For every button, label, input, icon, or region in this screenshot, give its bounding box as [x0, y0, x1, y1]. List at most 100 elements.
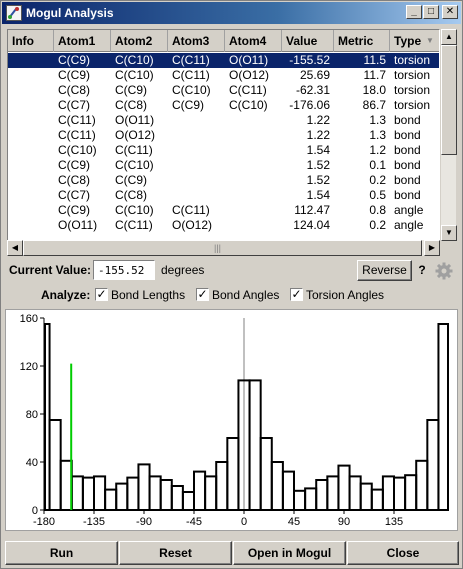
cell-metric: 0.2 — [369, 218, 386, 232]
cell-type: bond — [394, 143, 421, 157]
cell-atom2: C(C9) — [115, 173, 147, 187]
cell-atom4: C(C11) — [229, 83, 267, 97]
table-row[interactable]: C(C7) C(C8) 1.54 0.5 bond — [8, 188, 439, 203]
histogram-bar — [393, 476, 407, 512]
column-header-type[interactable]: Type ▼ — [390, 30, 439, 52]
cell-type: bond — [394, 128, 421, 142]
minimize-button[interactable]: _ — [406, 5, 422, 19]
cell-value: 1.52 — [306, 173, 330, 187]
cell-atom4: O(O12) — [229, 68, 270, 82]
column-header-atom4[interactable]: Atom4 — [225, 30, 282, 52]
open-in-mogul-button[interactable]: Open in Mogul — [233, 541, 346, 565]
horizontal-scroll-thumb[interactable]: ||| — [23, 240, 422, 256]
table-row[interactable]: C(C11) O(O12) 1.22 1.3 bond — [8, 128, 439, 143]
cell-value: 1.22 — [306, 113, 330, 127]
help-button[interactable]: ? — [414, 260, 430, 281]
table-row[interactable]: C(C9) C(C10) C(C11) 112.47 0.8 angle — [8, 203, 439, 218]
maximize-button[interactable]: □ — [423, 5, 439, 19]
close-window-button[interactable]: ✕ — [442, 5, 458, 19]
table-horizontal-scrollbar[interactable]: ◀ ||| ▶ — [7, 240, 440, 256]
histogram-bar — [404, 474, 418, 511]
gear-icon[interactable] — [433, 261, 455, 281]
reverse-button[interactable]: Reverse — [357, 260, 412, 281]
table-row[interactable]: C(C7) C(C8) C(C9) C(C10) -176.06 86.7 torsion — [8, 98, 439, 113]
cell-atom1: C(C9) — [58, 53, 90, 67]
histogram-bar — [248, 379, 262, 512]
title-bar[interactable]: Mogul Analysis _ □ ✕ — [2, 2, 461, 24]
x-tick-label: -135 — [83, 516, 105, 528]
histogram-bar — [415, 459, 429, 512]
cell-type: bond — [394, 158, 421, 172]
table-row[interactable]: C(C11) O(O11) 1.22 1.3 bond — [8, 113, 439, 128]
cell-type: bond — [394, 188, 421, 202]
bond-angles-checkbox[interactable]: ✓ Bond Angles — [196, 287, 288, 303]
cell-atom3: C(C11) — [172, 68, 210, 82]
table-row[interactable]: O(O11) C(C11) O(O12) 124.04 0.2 angle — [8, 218, 439, 233]
table-row[interactable]: C(C9) C(C10) C(C11) O(O11) -155.52 11.5 torsio… — [8, 53, 439, 68]
cell-atom2: C(C8) — [115, 188, 147, 202]
torsion-histogram-chart: 04080120160-180 -135 -90 -45 0 45 90 135 — [20, 313, 450, 528]
histogram-bar — [293, 489, 307, 512]
bond-angles-check-icon: ✓ — [196, 287, 209, 301]
torsion-angles-checkbox[interactable]: ✓ Torsion Angles — [290, 287, 392, 303]
bond-lengths-checkbox[interactable]: ✓ Bond Lengths — [95, 287, 193, 303]
degrees-unit-label: degrees — [161, 263, 205, 277]
x-tick-label: -45 — [186, 516, 202, 528]
histogram-bar — [181, 491, 195, 511]
table-row[interactable]: C(C8) C(C9) C(C10) C(C11) -62.31 18.0 torsion — [8, 83, 439, 98]
cell-type: torsion — [394, 98, 431, 112]
results-table: Info Atom1 Atom2 Atom3 Atom4 Value Metri… — [7, 29, 440, 255]
table-row[interactable]: C(C10) C(C11) 1.54 1.2 bond — [8, 143, 439, 158]
cell-atom4: C(C10) — [229, 98, 268, 112]
table-row[interactable]: C(C8) C(C9) 1.52 0.2 bond — [8, 173, 439, 188]
cell-atom3: C(C11) — [172, 53, 210, 67]
cell-atom1: C(C9) — [58, 203, 90, 217]
current-value-input[interactable] — [93, 260, 155, 280]
x-tick-label: 0 — [241, 516, 247, 528]
scroll-right-button[interactable]: ▶ — [424, 240, 440, 256]
histogram-bar — [226, 437, 240, 511]
column-header-value[interactable]: Value — [282, 30, 334, 52]
app-icon — [6, 5, 22, 21]
column-header-atom3[interactable]: Atom3 — [168, 30, 225, 52]
column-header-atom1[interactable]: Atom1 — [54, 30, 111, 52]
current-value-label: Current Value: — [9, 263, 92, 277]
scroll-left-button[interactable]: ◀ — [7, 240, 23, 256]
histogram-bar — [159, 479, 173, 511]
cell-value: 1.54 — [306, 188, 330, 202]
bond-angles-label: Bond Angles — [212, 288, 280, 302]
cell-atom4: O(O11) — [229, 53, 269, 67]
cell-metric: 1.3 — [369, 113, 386, 127]
scroll-down-button[interactable]: ▼ — [441, 225, 457, 241]
table-vertical-scrollbar[interactable]: ▲ ▼ — [440, 29, 457, 241]
histogram-bar — [348, 475, 362, 511]
analyze-label: Analyze: — [41, 288, 91, 302]
cell-value: 1.52 — [306, 158, 330, 172]
cell-metric: 1.3 — [369, 128, 386, 142]
cell-atom1: C(C7) — [58, 98, 90, 112]
scroll-up-button[interactable]: ▲ — [441, 29, 457, 45]
cell-atom1: C(C10) — [58, 143, 97, 157]
cell-atom2: C(C11) — [115, 218, 153, 232]
x-tick-label: 45 — [288, 516, 300, 528]
reset-button[interactable]: Reset — [119, 541, 232, 565]
cell-atom2: O(O11) — [115, 113, 155, 127]
column-header-info[interactable]: Info — [8, 30, 54, 52]
histogram-bar — [270, 461, 284, 511]
cell-metric: 1.2 — [369, 143, 386, 157]
column-header-metric[interactable]: Metric — [334, 30, 390, 52]
run-button[interactable]: Run — [5, 541, 118, 565]
histogram-bar — [193, 470, 207, 512]
close-button[interactable]: Close — [347, 541, 459, 565]
table-row[interactable]: C(C9) C(C10) C(C11) O(O12) 25.69 11.7 torsion — [8, 68, 439, 83]
cell-type: angle — [394, 203, 424, 217]
histogram-bar — [315, 479, 329, 511]
cell-metric: 0.2 — [369, 173, 386, 187]
table-row[interactable]: C(C9) C(C10) 1.52 0.1 bond — [8, 158, 439, 173]
cell-metric: 11.7 — [363, 68, 386, 82]
column-header-atom2[interactable]: Atom2 — [111, 30, 168, 52]
vertical-scroll-thumb[interactable] — [441, 45, 457, 155]
histogram-bar — [104, 488, 118, 512]
y-tick-label: 40 — [26, 457, 38, 469]
x-tick-label: -180 — [33, 516, 55, 528]
